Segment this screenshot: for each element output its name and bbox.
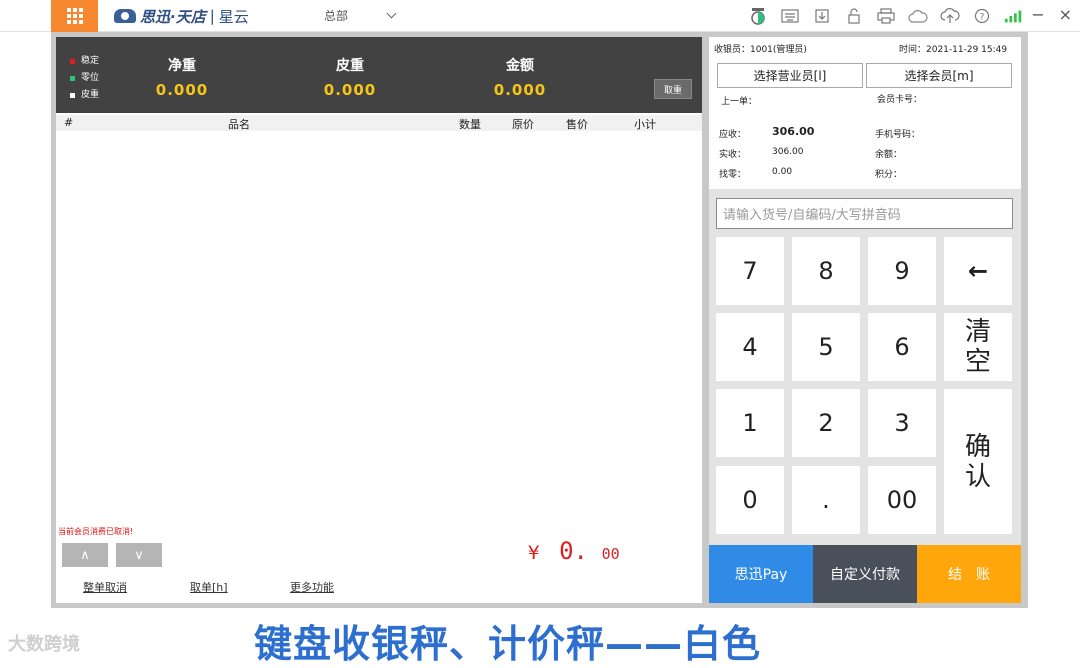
key-9[interactable]: 9 [868,237,936,305]
checkout-button[interactable]: 结 账 [917,545,1021,603]
due-value: 306.00 [772,125,815,138]
balance-label: 余额： [875,150,903,160]
cashier-label: 收银员：1001(管理员) [714,45,807,55]
svg-text:?: ? [980,13,985,23]
caption: 键盘收银秤、计价秤——白色 [254,622,762,666]
watermark: 大数跨境 [8,634,80,655]
cloud-icon[interactable] [908,6,928,26]
scroll-up-button[interactable]: ∧ [62,543,108,567]
more-functions-link[interactable]: 更多功能 [290,579,334,595]
order-total: ¥ 0. 00 [528,537,620,565]
store-name: 总部 [324,9,349,23]
currency-symbol: ¥ [528,542,540,564]
key-1[interactable]: 1 [716,389,784,457]
key-dot[interactable]: . [792,466,860,534]
download-icon[interactable] [812,6,832,26]
window-controls: − × [1031,5,1072,24]
status-stable: 稳定 [70,53,99,70]
cloud-upload-icon[interactable] [940,6,960,26]
status-zero: 零位 [70,70,99,87]
change-value: 0.00 [772,167,793,177]
due-label: 应收： [719,130,747,140]
key-5[interactable]: 5 [792,313,860,381]
logo-text: 思迅·天店 [140,7,206,26]
col-sale-price: 售价 [566,118,588,131]
col-original-price: 原价 [512,118,534,131]
status-dot [70,76,75,81]
help-icon[interactable]: ? [972,6,992,26]
col-quantity: 数量 [459,118,481,131]
scale-status-list: 稳定 零位 皮重 [70,53,99,104]
member-card-label: 会员卡号： [877,95,923,105]
checkout-panel: 收银员：1001(管理员) 时间：2021-11-29 15:49 选择营业员[… [709,37,1021,603]
table-header: # 品名 数量 原价 售价 小计 [56,115,702,131]
signal-icon [1004,6,1024,26]
scroll-down-button[interactable]: ∨ [116,543,162,567]
backspace-key[interactable]: ← [944,237,1012,305]
chevron-down-icon [386,8,397,19]
key-4[interactable]: 4 [716,313,784,381]
app-menu-button[interactable] [51,0,98,32]
confirm-key[interactable]: 确认 [944,389,1012,534]
tare-button[interactable]: 取重 [654,79,692,99]
app-logo: 思迅·天店 | 星云 [114,6,249,26]
col-index: # [64,116,74,129]
change-label: 找零： [719,170,747,180]
key-2[interactable]: 2 [792,389,860,457]
cancel-order-link[interactable]: 整单取消 [83,579,127,595]
status-dot [70,93,75,98]
take-order-link[interactable]: 取单[h] [190,579,228,595]
status-tare: 皮重 [70,87,99,104]
paid-value: 306.00 [772,147,804,157]
logo-cloud-icon [114,9,136,23]
custom-payment-button[interactable]: 自定义付款 [813,545,917,603]
last-order-label: 上一单： [721,97,758,107]
key-3[interactable]: 3 [868,389,936,457]
select-salesperson-button[interactable]: 选择营业员[l] [717,63,863,88]
title-bar: 思迅·天店 | 星云 总部 ? − × [0,0,1080,32]
logo-subtitle: 星云 [218,7,249,26]
minimize-button[interactable]: − [1031,5,1044,24]
store-select[interactable]: 总部 [324,7,397,24]
net-weight-readout: 净重 0.000 [155,58,209,99]
key-7[interactable]: 7 [716,237,784,305]
time-label: 时间：2021-11-29 15:49 [899,45,1008,55]
close-button[interactable]: × [1059,5,1072,24]
status-dot [70,59,75,64]
key-8[interactable]: 8 [792,237,860,305]
grid-menu-icon [66,8,83,24]
total-decimal: 00 [601,545,620,563]
phone-label: 手机号码： [875,130,921,140]
col-name: 品名 [228,118,250,131]
select-member-button[interactable]: 选择会员[m] [866,63,1012,88]
scale-icon[interactable] [748,6,768,26]
product-search-input[interactable]: 请输入货号/自编码/大写拼音码 [716,198,1013,229]
key-6[interactable]: 6 [868,313,936,381]
order-info: 收银员：1001(管理员) 时间：2021-11-29 15:49 选择营业员[… [709,37,1021,189]
keyboard-icon[interactable] [780,6,800,26]
toolbar-icons: ? [748,6,1024,26]
points-label: 积分： [875,170,903,180]
scale-display: 稳定 零位 皮重 净重 0.000 皮重 0.000 金额 0.000 取重 [56,37,702,113]
key-0[interactable]: 0 [716,466,784,534]
member-notice: 当前会员消费已取消! [58,527,134,536]
tare-weight-readout: 皮重 0.000 [323,58,377,99]
printer-icon[interactable] [876,6,896,26]
sixun-pay-button[interactable]: 思迅Pay [709,545,813,603]
paid-label: 实收： [719,150,747,160]
total-integer: 0. [559,537,588,565]
col-subtotal: 小计 [634,118,656,131]
amount-readout: 金额 0.000 [493,58,547,99]
key-00[interactable]: 00 [868,466,936,534]
lock-icon[interactable] [844,6,864,26]
order-panel: 稳定 零位 皮重 净重 0.000 皮重 0.000 金额 0.000 取重 # [56,37,702,603]
clear-key[interactable]: 清空 [944,313,1012,381]
